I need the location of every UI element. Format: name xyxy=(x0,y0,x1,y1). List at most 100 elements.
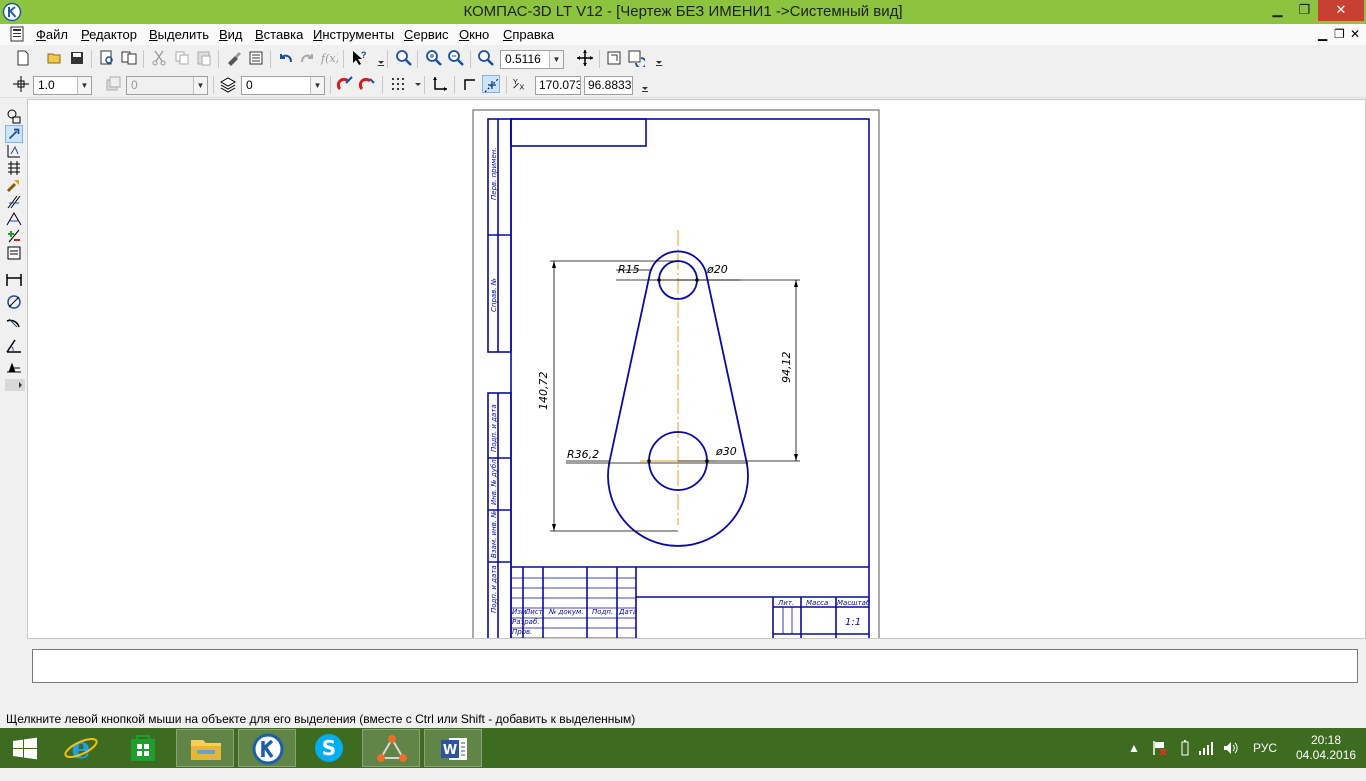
chevron-down-icon[interactable]: ▼ xyxy=(549,51,563,68)
menu-view[interactable]: Вид xyxy=(219,27,243,42)
mdi-close-icon[interactable]: ✕ xyxy=(1350,27,1360,41)
measure-icon[interactable] xyxy=(5,210,23,228)
drawing-canvas[interactable]: R15 ø20 R36,2 ø30 140,72 94,12 Перв. при… xyxy=(27,99,1366,639)
pan-icon[interactable] xyxy=(576,49,594,67)
zoom-combo[interactable]: 0.5116 ▼ xyxy=(500,50,564,69)
layer-combo[interactable]: 0 ▼ xyxy=(241,76,325,95)
toolbar-overflow-icon[interactable] xyxy=(636,75,648,93)
menu-help[interactable]: Справка xyxy=(503,27,554,42)
taskbar-explorer-icon[interactable] xyxy=(176,729,234,767)
select-plus-minus-icon[interactable] xyxy=(5,227,23,245)
taskbar-store-icon[interactable] xyxy=(114,729,172,767)
menu-tools[interactable]: Инструменты xyxy=(313,27,394,42)
new-document-icon[interactable] xyxy=(14,49,32,67)
copy-icon[interactable] xyxy=(173,49,191,67)
local-snap-icon[interactable] xyxy=(358,75,376,93)
print-preview-icon[interactable] xyxy=(98,49,116,67)
spec-icon[interactable] xyxy=(5,244,23,262)
tray-battery-icon[interactable] xyxy=(1180,740,1190,780)
tray-volume-icon[interactable] xyxy=(1222,740,1240,780)
minimize-icon[interactable]: ▁ xyxy=(1264,0,1291,21)
restore-icon[interactable]: ❐ xyxy=(1291,0,1318,21)
select-pointer-icon[interactable] xyxy=(5,125,23,143)
round-mode-icon[interactable] xyxy=(482,75,500,93)
cursor-step-combo[interactable]: 1.0 ▼ xyxy=(33,76,92,95)
tray-signal-icon[interactable] xyxy=(1198,740,1214,780)
svg-text:e: e xyxy=(71,731,90,766)
windows-logo-icon xyxy=(13,737,37,760)
taskbar-molecule-app-icon[interactable] xyxy=(362,729,420,767)
menu-insert[interactable]: Вставка xyxy=(255,27,303,42)
paste-icon[interactable] xyxy=(195,49,213,67)
stamp-lit: Лит. xyxy=(777,599,794,607)
coord-y-field[interactable]: 96.8833 xyxy=(584,76,633,95)
tray-expand-icon[interactable]: ▲ xyxy=(1128,741,1140,781)
grid-dropdown-icon[interactable] xyxy=(409,75,421,93)
mdi-minimize-icon[interactable]: ▁ xyxy=(1318,27,1327,41)
refresh-view-icon[interactable] xyxy=(605,49,623,67)
ortho-mode-icon[interactable] xyxy=(461,75,479,93)
copy-properties-icon[interactable] xyxy=(225,49,243,67)
menu-service[interactable]: Сервис xyxy=(404,27,449,42)
document-icon[interactable] xyxy=(9,26,25,42)
menu-edit[interactable]: Редактор xyxy=(81,27,137,42)
manager-icon[interactable] xyxy=(120,49,138,67)
chevron-down-icon[interactable]: ▼ xyxy=(77,77,91,94)
layers-icon[interactable] xyxy=(219,75,237,93)
start-button[interactable] xyxy=(0,729,50,767)
menu-window[interactable]: Окно xyxy=(459,27,489,42)
cut-icon[interactable] xyxy=(150,49,168,67)
open-folder-icon[interactable] xyxy=(46,49,64,67)
property-field[interactable] xyxy=(32,649,1358,683)
style-icon[interactable] xyxy=(104,75,122,93)
taskbar-ie-icon[interactable]: e xyxy=(52,729,110,767)
parametrization-icon[interactable] xyxy=(5,193,23,211)
mdi-restore-icon[interactable]: ❐ xyxy=(1334,27,1345,41)
linear-dim-icon[interactable] xyxy=(5,271,23,289)
diameter-dim-icon[interactable] xyxy=(5,293,23,311)
roughness-icon[interactable] xyxy=(5,359,23,377)
properties-icon[interactable] xyxy=(247,49,265,67)
close-icon[interactable]: ✕ xyxy=(1318,0,1364,21)
geometry-icon[interactable] xyxy=(5,108,23,126)
zoom-in-icon[interactable] xyxy=(395,49,413,67)
taskbar-kompas-icon[interactable] xyxy=(238,729,296,767)
drawing-svg[interactable]: R15 ø20 R36,2 ø30 140,72 94,12 Перв. при… xyxy=(28,100,1366,639)
panel-expand-icon[interactable] xyxy=(5,379,25,391)
toolbar-overflow-icon[interactable] xyxy=(650,49,662,67)
coord-x-field[interactable]: 170.073 xyxy=(535,76,581,95)
angular-dim-icon[interactable] xyxy=(5,337,23,355)
local-cs-icon[interactable] xyxy=(431,75,449,93)
regenerate-icon[interactable] xyxy=(627,49,647,69)
sheet-outline xyxy=(472,109,880,638)
save-icon[interactable] xyxy=(68,49,86,67)
toolbar-overflow-icon[interactable] xyxy=(372,49,384,67)
menu-file[interactable]: Файл xyxy=(36,27,68,42)
menu-select[interactable]: Выделить xyxy=(149,27,209,42)
undo-icon[interactable] xyxy=(277,49,295,67)
side-label-sprav: Справ. № xyxy=(490,278,498,312)
taskbar-word-icon[interactable]: W xyxy=(424,729,482,767)
tray-flag-icon[interactable] xyxy=(1151,739,1169,779)
side-label-inv-dubl: Инв. № дубл. xyxy=(490,457,498,505)
grid-icon[interactable] xyxy=(389,75,407,93)
redo-icon[interactable] xyxy=(298,49,316,67)
zoom-scale-icon[interactable] xyxy=(477,49,495,67)
variables-fx-icon[interactable]: f(x) xyxy=(320,49,340,67)
snap-magnet-icon[interactable] xyxy=(336,75,354,93)
help-pointer-icon[interactable]: ? xyxy=(350,49,368,67)
symbols-icon[interactable] xyxy=(5,159,23,177)
dimensions-icon[interactable] xyxy=(5,142,23,160)
radial-dim-icon[interactable] xyxy=(5,315,23,333)
tray-clock[interactable]: 20:18 04.04.2016 xyxy=(1296,733,1356,763)
tray-language[interactable]: РУС xyxy=(1253,741,1277,781)
zoom-window-icon[interactable] xyxy=(425,49,443,67)
status-bar: Щелкните левой кнопкой мыши на объекте д… xyxy=(0,710,1366,728)
svg-text:W: W xyxy=(443,743,457,758)
dim-text-9412: 94,12 xyxy=(780,352,793,384)
edit-icon[interactable] xyxy=(5,176,23,194)
taskbar-skype-icon[interactable]: S xyxy=(300,729,358,767)
step-cursor-icon[interactable] xyxy=(12,75,30,93)
zoom-out-icon[interactable] xyxy=(447,49,465,67)
chevron-down-icon[interactable]: ▼ xyxy=(310,77,324,94)
